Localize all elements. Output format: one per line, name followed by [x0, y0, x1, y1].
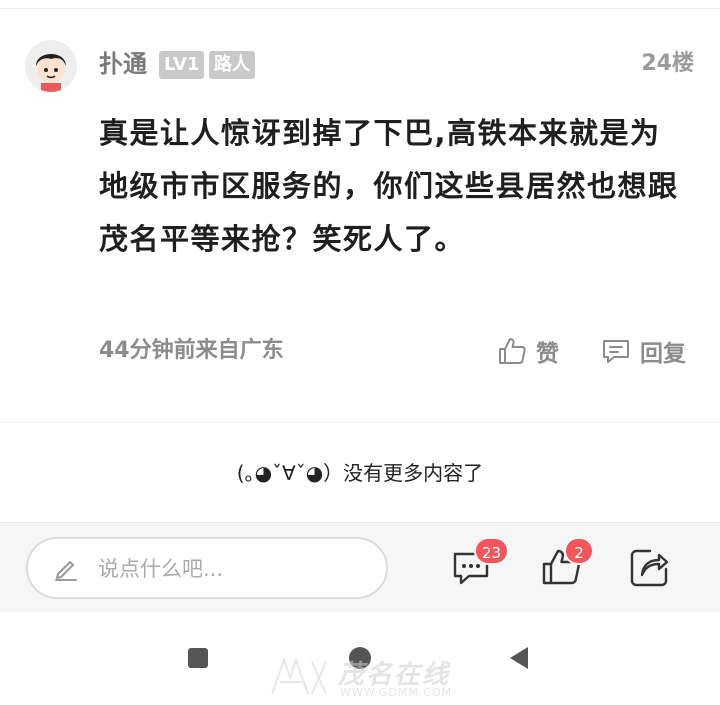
comment-count-badge: 23	[474, 537, 510, 565]
username[interactable]: 扑通	[99, 48, 147, 80]
avatar[interactable]	[25, 40, 77, 92]
nav-back-icon[interactable]	[510, 647, 528, 669]
likes-button[interactable]: 2	[540, 537, 594, 589]
comment-bubble-icon	[603, 340, 629, 363]
like-count-badge: 2	[564, 537, 594, 565]
role-badge: 路人	[209, 51, 255, 79]
pen-icon	[55, 561, 77, 581]
watermark: 茂名在线 WWW.GDMM.COM	[268, 654, 468, 702]
top-divider	[0, 8, 720, 9]
like-button[interactable]: 赞	[496, 334, 559, 368]
nav-recents-icon[interactable]	[188, 648, 208, 668]
comment-input[interactable]: 说点什么吧...	[26, 537, 388, 599]
share-button[interactable]	[628, 545, 672, 589]
section-divider	[0, 422, 720, 423]
reply-label: 回复	[640, 341, 686, 367]
bottom-action-bar: 说点什么吧... 23 2	[0, 522, 720, 612]
share-icon	[630, 549, 669, 587]
comment-input-placeholder: 说点什么吧...	[98, 557, 224, 581]
comments-button[interactable]: 23	[450, 537, 510, 589]
watermark-url: WWW.GDMM.COM	[340, 686, 453, 699]
comment-meta: 44分钟前来自广东	[99, 338, 284, 363]
comment-text: 真是让人惊讶到掉了下巴,高铁本来就是为地级市市区服务的，你们这些县居然也想跟茂名…	[99, 116, 679, 256]
end-of-list-notice: (｡◕ˇ∀ˇ◕）没有更多内容了	[236, 461, 484, 485]
floor-number: 24楼	[641, 51, 694, 76]
level-badge: LV1	[159, 51, 205, 79]
like-label: 赞	[536, 341, 559, 367]
thumbs-up-icon	[499, 338, 526, 364]
watermark-logo-icon	[271, 656, 327, 695]
reply-button[interactable]: 回复	[600, 334, 686, 368]
